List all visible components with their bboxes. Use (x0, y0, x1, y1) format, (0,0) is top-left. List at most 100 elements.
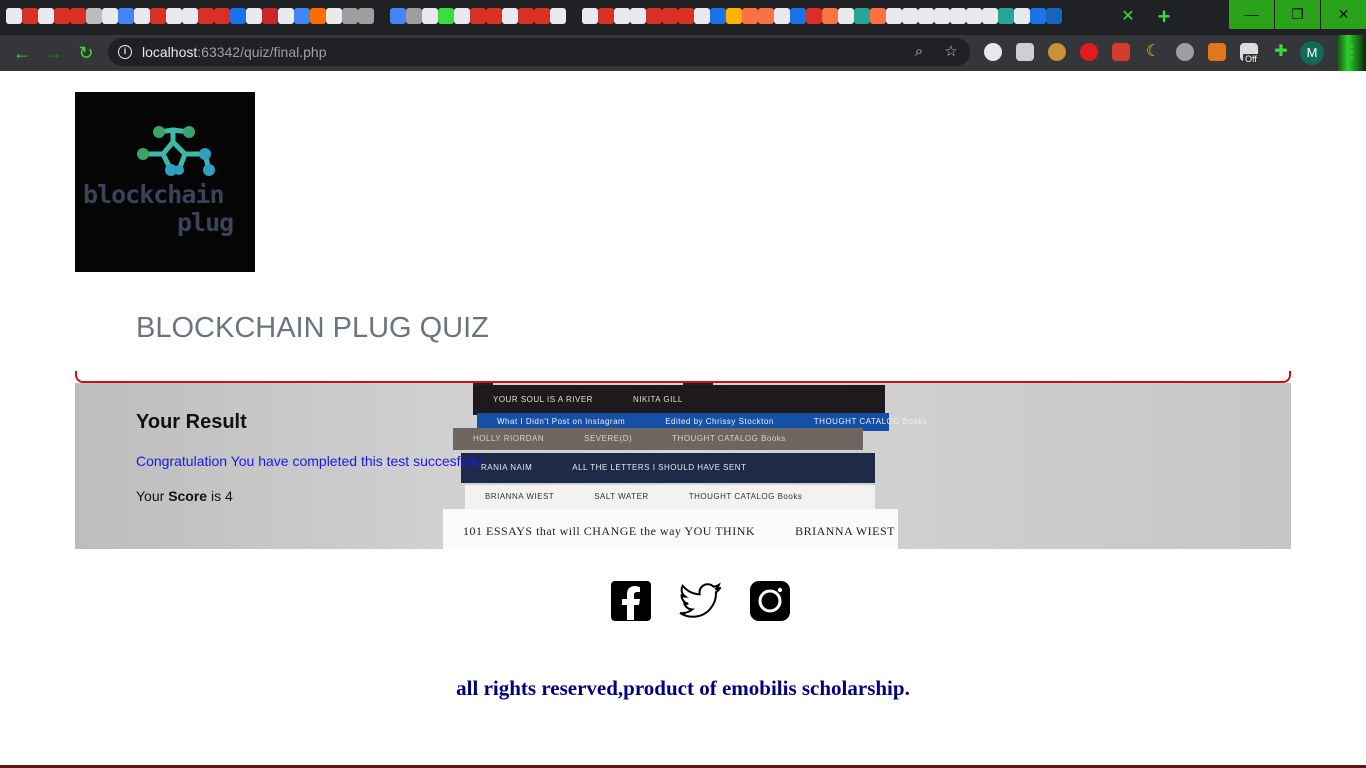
tab-favicon[interactable] (950, 8, 966, 24)
tab-favicon[interactable] (198, 8, 214, 24)
tab-favicon[interactable] (390, 8, 406, 24)
tab-favicon[interactable] (70, 8, 86, 24)
tab-favicon[interactable] (886, 8, 902, 24)
tab-favicon[interactable] (614, 8, 630, 24)
tab-favicon[interactable] (38, 8, 54, 24)
tab-favicon[interactable] (742, 8, 758, 24)
tab-favicon[interactable] (358, 8, 374, 24)
tab-favicon[interactable] (966, 8, 982, 24)
tab-favicon[interactable] (806, 8, 822, 24)
tab-favicon[interactable] (598, 8, 614, 24)
tab-favicon[interactable] (566, 8, 582, 24)
camera-extension-icon[interactable] (1016, 43, 1034, 61)
tab-favicon[interactable] (518, 8, 534, 24)
twitter-icon[interactable] (678, 580, 722, 622)
tab-favicon[interactable] (502, 8, 518, 24)
reload-icon[interactable]: ↻ (74, 41, 98, 65)
metamask-extension-icon[interactable] (1208, 43, 1226, 61)
facebook-icon[interactable] (610, 580, 652, 622)
tab-favicon[interactable] (870, 8, 886, 24)
tab-favicon[interactable] (902, 8, 918, 24)
kebab-menu-icon[interactable]: ⋮ (1344, 42, 1360, 62)
tab-favicon[interactable] (678, 8, 694, 24)
tab-favicon[interactable] (22, 8, 38, 24)
zoom-icon[interactable]: ⌕ (910, 43, 928, 61)
close-window-button[interactable]: ✕ (1321, 0, 1366, 29)
tab-favicon[interactable] (438, 8, 454, 24)
quiz-title: BLOCKCHAIN PLUG QUIZ (136, 312, 489, 344)
blockchain-plug-logo[interactable]: blockchain plug (75, 92, 255, 272)
tab-favicon[interactable] (630, 8, 646, 24)
minimize-button[interactable]: — (1229, 0, 1274, 29)
forward-arrow-icon[interactable]: → (42, 41, 66, 65)
puzzle-extensions-icon[interactable]: ✚ (1272, 43, 1290, 61)
tab-favicon[interactable] (998, 8, 1014, 24)
tab-favicon[interactable] (710, 8, 726, 24)
tab-favicon[interactable] (102, 8, 118, 24)
tab-favicon[interactable] (310, 8, 326, 24)
dark-mode-extension-icon[interactable]: ☾ (1144, 43, 1162, 61)
url-text[interactable]: localhost:63342/quiz/final.php (142, 44, 326, 60)
tab-favicon[interactable] (1014, 8, 1030, 24)
tab-close-icon[interactable]: ✕ (1118, 7, 1138, 27)
tab-favicon[interactable] (278, 8, 294, 24)
info-icon[interactable]: i (118, 45, 132, 59)
tab-favicon[interactable] (326, 8, 342, 24)
result-heading: Your Result (136, 411, 247, 433)
instagram-icon[interactable] (749, 580, 791, 622)
tab-favicon[interactable] (342, 8, 358, 24)
tab-favicon[interactable] (918, 8, 934, 24)
tab-favicon[interactable] (662, 8, 678, 24)
tab-favicon[interactable] (774, 8, 790, 24)
tab-favicon[interactable] (422, 8, 438, 24)
tab-favicon[interactable] (118, 8, 134, 24)
tab-favicon[interactable] (758, 8, 774, 24)
adblock-extension-icon[interactable] (1080, 43, 1098, 61)
tab-favicon[interactable] (454, 8, 470, 24)
tab-favicon[interactable] (646, 8, 662, 24)
bookmark-extension-icon[interactable] (1112, 43, 1130, 61)
tab-favicon[interactable] (470, 8, 486, 24)
tab-favicon[interactable] (374, 8, 390, 24)
back-arrow-icon[interactable]: ← (10, 41, 34, 65)
tab-favicon[interactable] (582, 8, 598, 24)
book-spine: 101 ESSAYS that will CHANGE the way YOU … (443, 509, 898, 549)
cookie-extension-icon[interactable] (1048, 43, 1066, 61)
tab-favicon[interactable] (214, 8, 230, 24)
tab-favicon[interactable] (934, 8, 950, 24)
tab-favicons[interactable] (6, 8, 1106, 26)
tab-favicon[interactable] (1046, 8, 1062, 24)
address-bar[interactable]: i localhost:63342/quiz/final.php ⌕ ☆ (108, 38, 970, 66)
tab-favicon[interactable] (854, 8, 870, 24)
tab-favicon[interactable] (982, 8, 998, 24)
tab-favicon[interactable] (294, 8, 310, 24)
tab-favicon[interactable] (1030, 8, 1046, 24)
tab-favicon[interactable] (86, 8, 102, 24)
tab-favicon[interactable] (838, 8, 854, 24)
tab-favicon[interactable] (6, 8, 22, 24)
tab-favicon[interactable] (166, 8, 182, 24)
books-stack-image: YOUR SOUL IS A RIVER NIKITA GILL What I D… (443, 383, 927, 549)
tab-favicon[interactable] (182, 8, 198, 24)
result-panel: YOUR SOUL IS A RIVER NIKITA GILL What I D… (75, 383, 1291, 549)
tab-favicon[interactable] (262, 8, 278, 24)
record-extension-icon[interactable] (1176, 43, 1194, 61)
tab-favicon[interactable] (534, 8, 550, 24)
tab-favicon[interactable] (230, 8, 246, 24)
tab-favicon[interactable] (134, 8, 150, 24)
new-tab-button[interactable]: + (1152, 5, 1176, 29)
tab-favicon[interactable] (150, 8, 166, 24)
tab-favicon[interactable] (790, 8, 806, 24)
bookmark-star-icon[interactable]: ☆ (942, 43, 960, 61)
profile-avatar[interactable]: M (1300, 41, 1324, 65)
tab-favicon[interactable] (246, 8, 262, 24)
tab-favicon[interactable] (726, 8, 742, 24)
tab-favicon[interactable] (694, 8, 710, 24)
extension-icon[interactable] (984, 43, 1002, 61)
tab-favicon[interactable] (54, 8, 70, 24)
tab-favicon[interactable] (550, 8, 566, 24)
tab-favicon[interactable] (406, 8, 422, 24)
restore-button[interactable]: ❐ (1275, 0, 1320, 29)
tab-favicon[interactable] (822, 8, 838, 24)
tab-favicon[interactable] (486, 8, 502, 24)
